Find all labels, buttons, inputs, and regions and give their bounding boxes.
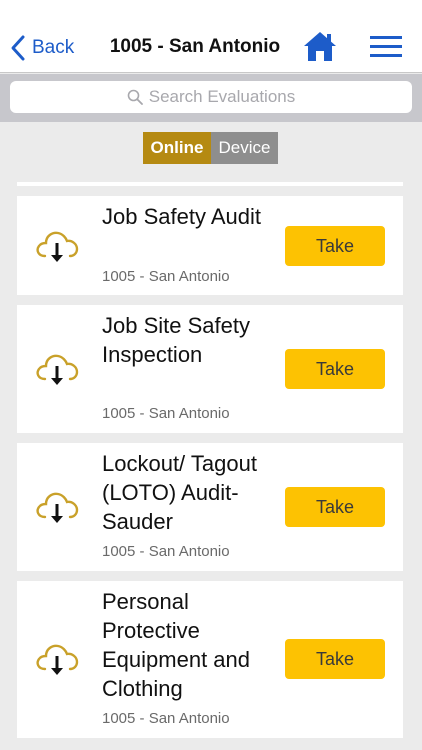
list-item[interactable]: Lockout/ Tagout (LOTO) Audit- Sauder 100… (17, 443, 403, 571)
search-placeholder: Search Evaluations (148, 87, 296, 106)
evaluation-location: 1005 - San Antonio (102, 405, 230, 422)
segment-online[interactable]: Online (143, 132, 211, 164)
evaluation-title: Job Safety Audit (102, 204, 261, 229)
evaluation-location: 1005 - San Antonio (102, 268, 230, 285)
search-bar: Search Evaluations (0, 74, 422, 122)
take-button[interactable]: Take (285, 226, 385, 266)
evaluation-title: Job Site Safety Inspection (102, 313, 250, 367)
search-input[interactable]: Search Evaluations (10, 81, 412, 113)
navigation-bar: Back 1005 - San Antonio (0, 0, 422, 73)
cloud-download-icon (36, 492, 79, 523)
home-icon[interactable] (303, 30, 337, 62)
evaluation-title: Personal Protective Equipment and Clothi… (102, 589, 250, 701)
source-segmented-control: Online Device (143, 132, 278, 164)
evaluation-location: 1005 - San Antonio (102, 710, 230, 727)
take-button[interactable]: Take (285, 487, 385, 527)
list-item[interactable]: Personal Protective Equipment and Clothi… (17, 581, 403, 738)
cloud-download-icon (36, 231, 79, 262)
take-button[interactable]: Take (285, 639, 385, 679)
evaluation-location: 1005 - San Antonio (102, 543, 230, 560)
hamburger-menu-icon[interactable] (369, 34, 403, 60)
segment-device[interactable]: Device (211, 132, 278, 164)
cloud-download-icon (36, 354, 79, 385)
list-top-divider (17, 182, 403, 186)
take-button[interactable]: Take (285, 349, 385, 389)
evaluation-title: Lockout/ Tagout (LOTO) Audit- Sauder (102, 451, 257, 534)
evaluation-list: Job Safety Audit 1005 - San Antonio Take… (17, 182, 403, 748)
list-item[interactable]: Job Safety Audit 1005 - San Antonio Take (17, 196, 403, 295)
list-item[interactable]: Job Site Safety Inspection 1005 - San An… (17, 305, 403, 433)
cloud-download-icon (36, 644, 79, 675)
search-icon (127, 89, 143, 105)
